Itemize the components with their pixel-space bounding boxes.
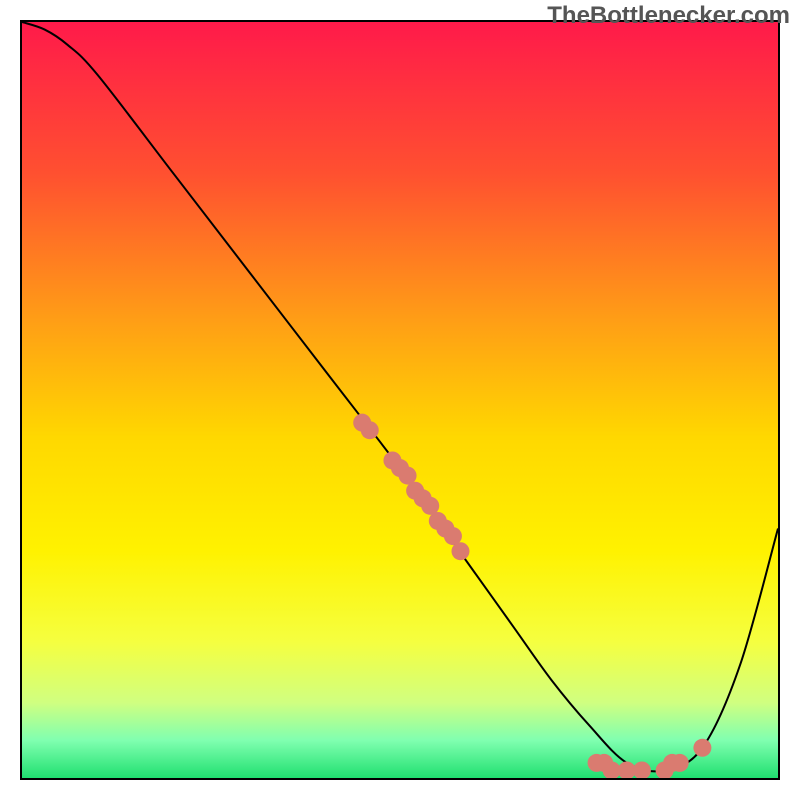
plot-area <box>20 20 780 780</box>
bottleneck-curve <box>22 22 778 771</box>
chart-container: TheBottlenecker.com <box>0 0 800 800</box>
data-point <box>361 421 379 439</box>
data-point <box>633 761 651 778</box>
data-point <box>693 739 711 757</box>
watermark-text: TheBottlenecker.com <box>547 2 790 30</box>
data-point <box>451 542 469 560</box>
curve-layer <box>22 22 778 778</box>
data-point <box>671 754 689 772</box>
dots-group <box>353 414 711 778</box>
